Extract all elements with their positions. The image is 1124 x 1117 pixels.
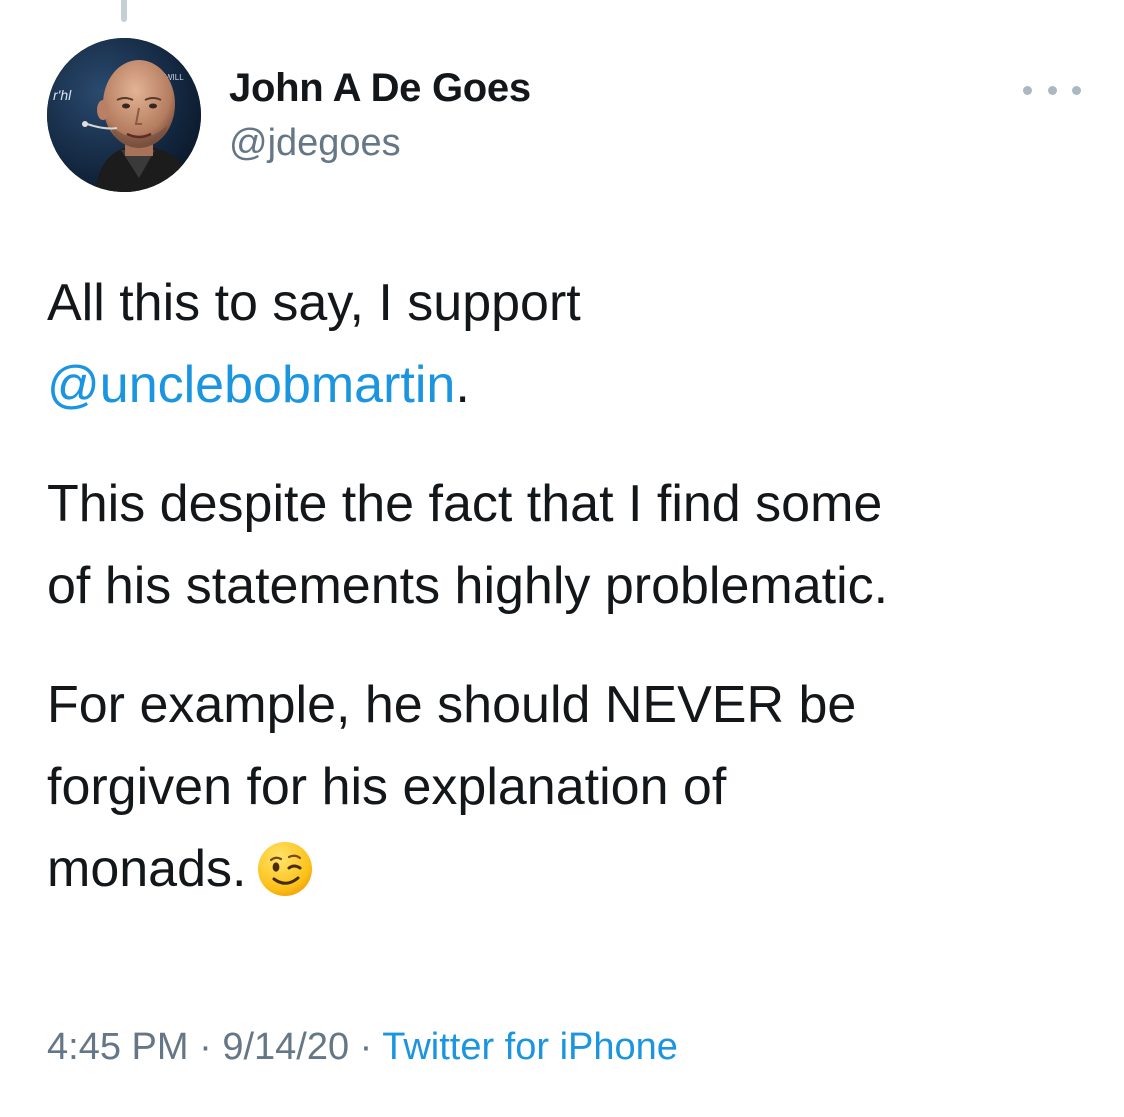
more-horizontal-icon	[1023, 85, 1032, 95]
mention-link[interactable]: @unclebobmartin	[47, 356, 455, 414]
avatar-image: r'hl WILL	[47, 38, 201, 192]
tweet-line-last: monads.	[47, 828, 1097, 922]
thread-connector-line	[121, 0, 127, 22]
tweet-line-mention: @unclebobmartin.	[47, 344, 1097, 426]
tweet-source-link[interactable]: Twitter for iPhone	[382, 1026, 678, 1068]
tweet-paragraph-3: For example, he should NEVER be forgiven…	[47, 664, 1097, 922]
more-horizontal-icon-dot-3	[1072, 85, 1081, 95]
tweet-line: of his statements highly problematic.	[47, 557, 889, 615]
tweet-line: forgiven for his explanation of	[47, 758, 727, 816]
more-options-button[interactable]	[1023, 76, 1081, 104]
more-horizontal-icon-dot-2	[1047, 85, 1057, 95]
tweet-paragraph-2: This despite the fact that I find some o…	[47, 463, 1097, 627]
tweet-last-word: monads.	[47, 840, 247, 898]
mention-period: .	[455, 356, 470, 414]
tweet-line: For example, he should NEVER be	[47, 676, 857, 734]
tweet-line: This despite the fact that I find some	[47, 475, 883, 533]
tweet-text: All this to say, I support @unclebobmart…	[47, 262, 1097, 959]
svg-text:r'hl: r'hl	[53, 87, 72, 103]
author-name[interactable]: John A De Goes	[229, 66, 531, 111]
tweet-paragraph-1: All this to say, I support @unclebobmart…	[47, 262, 1097, 426]
winking-face-icon	[256, 840, 314, 922]
tweet-time[interactable]: 4:45 PM	[47, 1026, 189, 1068]
avatar[interactable]: r'hl WILL	[47, 38, 201, 192]
author-handle[interactable]: @jdegoes	[229, 122, 401, 165]
tweet-line: All this to say, I support	[47, 274, 581, 332]
tweet-meta: 4:45 PM · 9/14/20 · Twitter for iPhone	[47, 1026, 678, 1069]
meta-separator: ·	[349, 1026, 383, 1068]
tweet-date[interactable]: 9/14/20	[222, 1026, 349, 1068]
meta-separator: ·	[188, 1026, 223, 1068]
